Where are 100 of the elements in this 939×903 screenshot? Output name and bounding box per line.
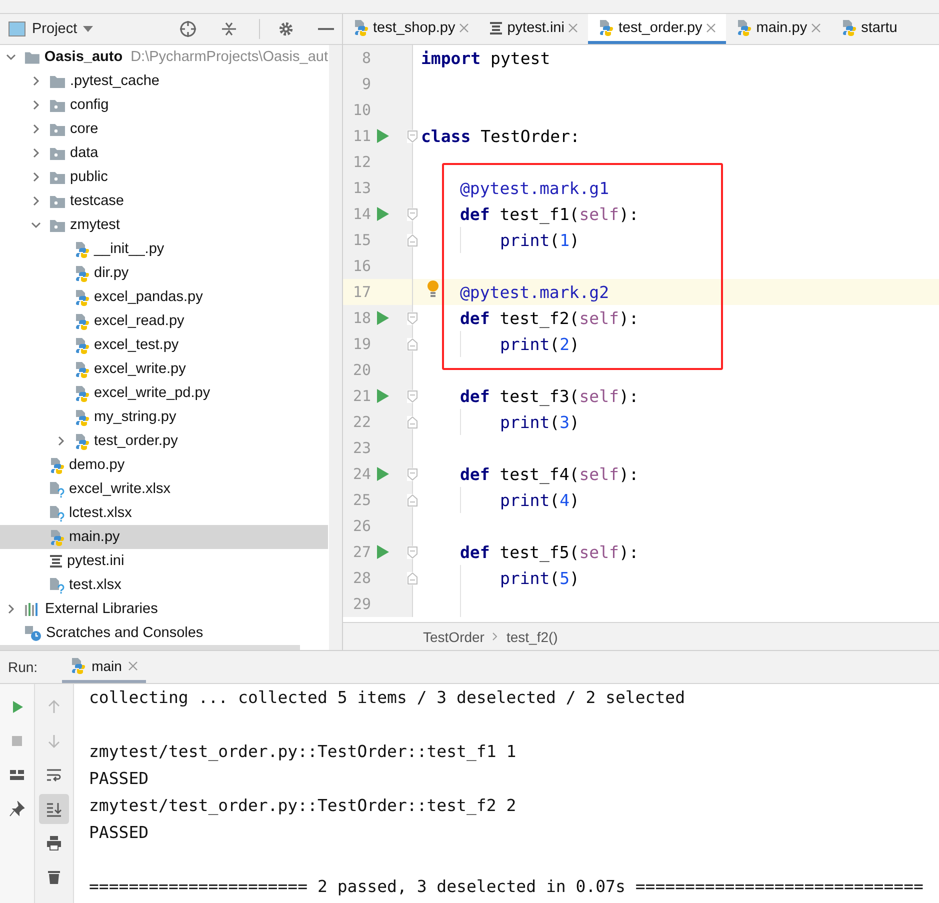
fold-icon[interactable] (407, 572, 418, 584)
crosshair-icon[interactable] (179, 20, 197, 38)
tree-item[interactable]: pytest.ini (0, 549, 328, 573)
python-file-icon (74, 288, 90, 306)
code-line: class TestOrder: (421, 126, 580, 146)
panel-title[interactable]: Project (32, 21, 78, 37)
tree-item[interactable]: .pytest_cache (0, 69, 328, 93)
code-line: print(3) (500, 412, 580, 432)
tree-item[interactable]: dir.py (0, 261, 328, 285)
run-tab[interactable]: main (62, 657, 146, 683)
fold-icon[interactable] (407, 338, 418, 350)
tree-item[interactable]: public (0, 165, 328, 189)
line-number: 9 (360, 75, 371, 93)
code-line: import pytest (421, 48, 550, 68)
python-file-icon (74, 408, 90, 426)
python-file-icon (74, 384, 90, 402)
tree-item[interactable]: excel_write.xlsx (0, 477, 328, 501)
tree-item[interactable]: excel_write_pd.py (0, 381, 328, 405)
editor-tab[interactable]: pytest.ini (479, 14, 588, 44)
run-icon[interactable] (377, 545, 389, 559)
line-number: 13 (352, 179, 371, 197)
fold-icon[interactable] (407, 234, 418, 246)
fold-icon[interactable] (407, 494, 418, 506)
console-line: PASSED (89, 768, 150, 790)
python-file-icon (74, 336, 90, 354)
close-icon[interactable] (811, 22, 822, 32)
settings-file-icon (489, 20, 504, 34)
code-line: @pytest.mark.g2 (460, 282, 610, 302)
fold-icon[interactable] (407, 416, 418, 428)
lightbulb-icon[interactable] (427, 280, 439, 300)
line-number: 12 (352, 153, 371, 171)
minimize-icon[interactable] (318, 27, 334, 31)
run-icon[interactable] (377, 467, 389, 481)
tree-item[interactable]: Oasis_auto D:\PycharmProjects\Oasis_aut (0, 45, 328, 69)
editor-tab[interactable]: startu (831, 14, 908, 44)
tree-item[interactable]: demo.py (0, 453, 328, 477)
tree-item[interactable]: test.xlsx (0, 573, 328, 597)
collapse-icon[interactable] (221, 21, 237, 37)
window-icon (8, 21, 26, 37)
tree-item[interactable]: External Libraries (0, 597, 328, 621)
close-icon[interactable] (128, 660, 138, 670)
scroll-to-end-icon[interactable] (39, 794, 69, 824)
tree-item[interactable]: excel_pandas.py (0, 285, 328, 309)
editor-tab[interactable]: test_shop.py (343, 14, 480, 44)
settings-icon[interactable] (278, 21, 294, 37)
run-icon[interactable] (377, 207, 389, 221)
folder-icon (49, 146, 66, 160)
breadcrumb-item[interactable]: test_f2() (506, 628, 558, 644)
tree-item[interactable]: excel_write.py (0, 357, 328, 381)
editor-tab[interactable]: main.py (726, 14, 832, 44)
tree-item[interactable]: Scratches and Consoles (0, 621, 328, 645)
line-number: 15 (352, 231, 371, 249)
line-number: 26 (352, 517, 371, 535)
fold-icon[interactable] (407, 468, 418, 480)
unknown-file-icon (49, 504, 65, 522)
line-number: 11 (352, 127, 371, 145)
fold-icon[interactable] (407, 130, 418, 142)
line-number: 20 (352, 361, 371, 379)
code-line: @pytest.mark.g1 (460, 178, 610, 198)
console-line: PASSED (89, 822, 150, 844)
breadcrumb-item[interactable]: TestOrder (423, 628, 484, 644)
run-icon[interactable] (377, 311, 389, 325)
fold-icon[interactable] (407, 390, 418, 402)
horizontal-scrollbar[interactable] (0, 645, 300, 650)
close-icon[interactable] (706, 22, 716, 32)
run-icon[interactable] (377, 389, 389, 403)
tree-item[interactable]: testcase (0, 189, 328, 213)
code-line: print(1) (500, 230, 580, 250)
code-line: def test_f4(self): (460, 464, 639, 484)
tree-item[interactable]: main.py (0, 525, 328, 549)
editor-tab[interactable]: test_order.py (588, 14, 726, 44)
tree-item[interactable]: lctest.xlsx (0, 501, 328, 525)
tree-item[interactable]: my_string.py (0, 405, 328, 429)
code-line: print(5) (500, 568, 580, 588)
python-file-icon (598, 19, 614, 36)
tree-item[interactable]: __init__.py (0, 237, 328, 261)
folder-icon (49, 74, 66, 88)
code-line: print(4) (500, 490, 580, 510)
run-icon[interactable] (377, 129, 389, 143)
project-path: D:\PycharmProjects\Oasis_aut (130, 49, 328, 65)
fold-icon[interactable] (407, 312, 418, 324)
line-number: 23 (352, 439, 371, 457)
line-number: 29 (352, 595, 371, 613)
line-number: 28 (352, 569, 371, 587)
close-icon[interactable] (568, 22, 578, 32)
fold-icon[interactable] (407, 208, 418, 220)
fold-icon[interactable] (407, 546, 418, 558)
tree-item[interactable]: excel_test.py (0, 333, 328, 357)
tree-item[interactable]: core (0, 117, 328, 141)
tree-item[interactable]: test_order.py (0, 429, 328, 453)
close-icon[interactable] (459, 22, 470, 32)
tree-item[interactable]: config (0, 93, 328, 117)
vertical-scrollbar[interactable] (329, 45, 342, 650)
dropdown-caret-icon[interactable] (83, 26, 94, 32)
tree-item[interactable]: zmytest (0, 213, 328, 237)
tree-item[interactable]: data (0, 141, 328, 165)
python-file-icon (74, 264, 90, 282)
folder-icon (49, 98, 66, 112)
tree-item[interactable]: excel_read.py (0, 309, 328, 333)
console-line: ====================== 2 passed, 3 deselected in 0.07s ============================= (89, 876, 924, 898)
